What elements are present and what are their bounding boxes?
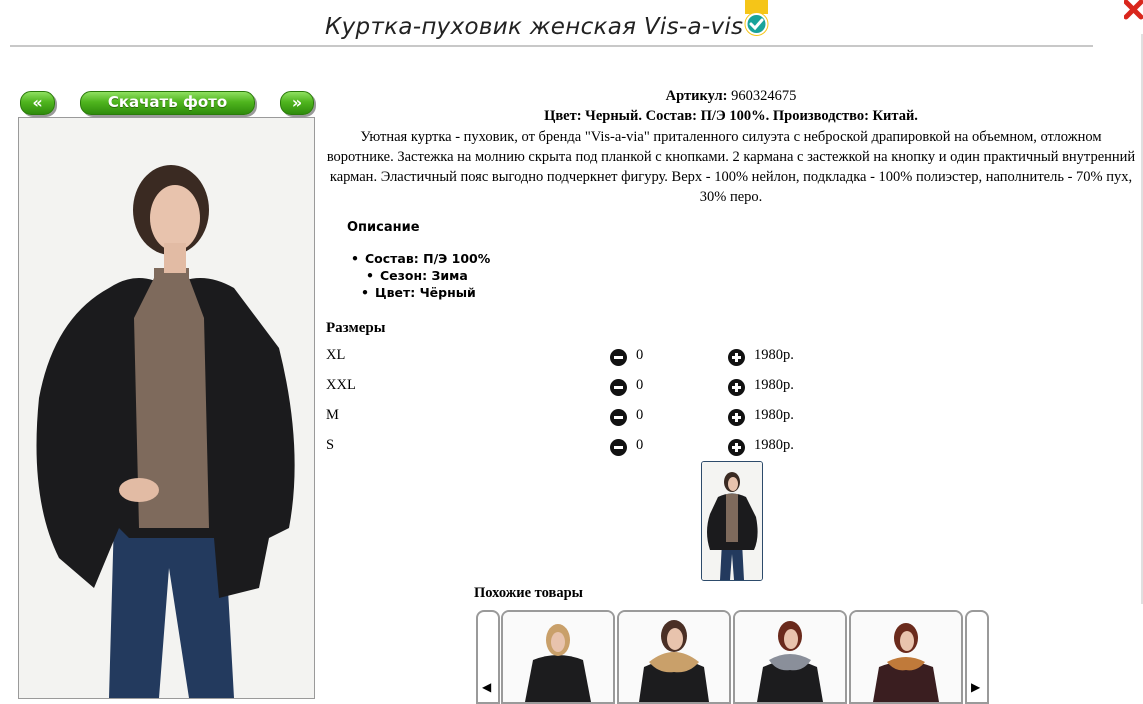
size-row-xxl: XXL 0 1980р. [326,377,826,399]
size-qty: 0 [636,377,644,393]
size-name: XXL [326,377,356,393]
article-value: 960324675 [731,88,797,104]
size-name: M [326,407,339,423]
size-name: XL [326,347,346,363]
chevron-left-icon: ◀ [482,680,492,694]
download-photo-button[interactable]: Скачать фото [80,91,255,115]
prev-photo-button[interactable]: « [20,91,55,115]
size-row-m: M 0 1980р. [326,407,826,429]
spec-composition: Состав: П/Э 100% [351,251,490,266]
title-divider [10,45,1093,47]
chevron-right-icon: ▶ [971,680,981,694]
close-icon[interactable] [1124,0,1143,28]
plus-icon[interactable] [728,439,745,456]
spec-season: Сезон: Зима [366,268,468,283]
photo-thumbnail[interactable] [701,461,763,581]
size-qty: 0 [636,407,644,423]
model-in-jacket-image [19,118,314,698]
plus-icon[interactable] [728,379,745,396]
sizes-heading: Размеры [326,320,386,336]
plus-icon[interactable] [728,349,745,366]
size-price: 1980р. [754,407,794,423]
size-price: 1980р. [754,347,794,363]
article-label: Артикул: [665,88,728,104]
similar-product-image [503,612,613,702]
verified-badge-icon [744,0,769,36]
similar-heading: Похожие товары [474,585,583,601]
size-name: S [326,437,335,453]
product-description: Уютная куртка - пуховик, от бренда "Vis-… [326,129,1136,205]
spec-color: Цвет: Чёрный [361,285,476,300]
plus-icon[interactable] [728,409,745,426]
minus-icon[interactable] [610,409,627,426]
article-line: Артикул: 960324675 [326,88,1136,105]
size-qty: 0 [636,347,644,363]
page-title: Куртка-пуховик женская Vis-a-vis [325,14,744,40]
next-photo-button[interactable]: » [280,91,314,115]
size-price: 1980р. [754,377,794,393]
similar-product-image [851,612,961,702]
minus-icon[interactable] [610,349,627,366]
size-row-xl: XL 0 1980р. [326,347,826,369]
minus-icon[interactable] [610,379,627,396]
product-photo [18,117,315,699]
thumbnail-image [702,462,762,580]
description-heading: Описание [347,220,420,235]
size-price: 1980р. [754,437,794,453]
size-qty: 0 [636,437,644,453]
product-meta: Цвет: Черный. Состав: П/Э 100%. Производ… [544,108,918,124]
minus-icon[interactable] [610,439,627,456]
similar-product-image [619,612,729,702]
similar-product-image [735,612,845,702]
size-row-s: S 0 1980р. [326,437,826,459]
